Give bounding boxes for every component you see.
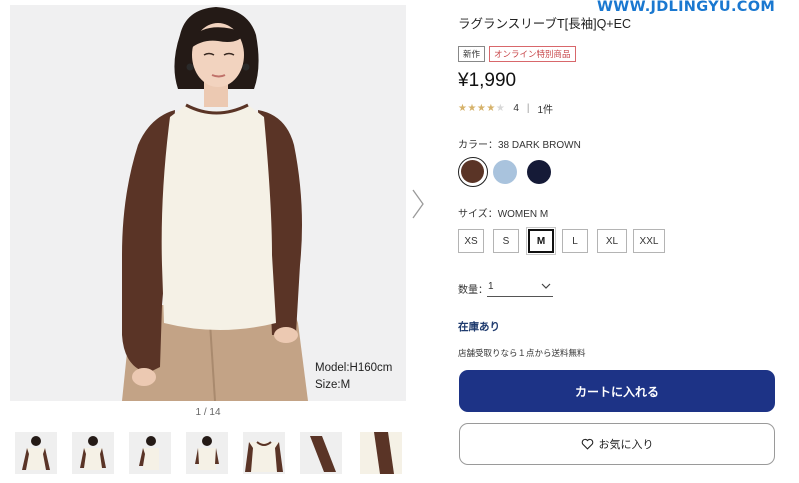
quantity-select[interactable]: 1 <box>487 277 553 297</box>
rating-score: 4 <box>513 103 519 114</box>
badge-new: 新作 <box>458 46 486 62</box>
size-label: サイズ：WOMEN M <box>458 209 549 220</box>
model-size: Size:M <box>315 379 351 391</box>
main-product-image[interactable]: Model:H160cm Size:M <box>10 5 406 401</box>
model-height: Model:H160cm <box>315 362 393 374</box>
star-rating-icon: ★★★★★ <box>458 103 506 114</box>
thumbnail-strip <box>15 432 407 476</box>
stock-status: 在庫あり <box>458 321 500 333</box>
thumbnail-3[interactable] <box>129 432 171 474</box>
size-button-xxl[interactable]: XXL <box>633 229 665 253</box>
color-label: カラー：38 DARK BROWN <box>458 140 581 151</box>
model-info: Model:H160cm Size:M <box>315 360 392 394</box>
image-counter: 1 / 14 <box>195 407 221 418</box>
product-info-panel: ラグランスリーブT[長袖]Q+EC 新作 オンライン特別商品 ¥1,990 ★★… <box>458 0 788 483</box>
thumbnail-4[interactable] <box>186 432 228 474</box>
rating-divider: | <box>526 103 530 114</box>
size-button-l[interactable]: L <box>562 229 588 253</box>
chevron-down-icon <box>541 283 551 289</box>
size-options: XS S M L XL XXL <box>458 227 778 257</box>
size-button-xs[interactable]: XS <box>458 229 484 253</box>
quantity-value: 1 <box>488 281 494 292</box>
favorite-label: お気に入り <box>598 439 654 451</box>
thumbnail-5[interactable] <box>243 432 285 474</box>
quantity-label: 数量： <box>458 285 488 296</box>
price: ¥1,990 <box>458 70 517 91</box>
rating-summary[interactable]: ★★★★★ 4 | 1件 <box>458 101 553 116</box>
swatch-navy[interactable] <box>527 160 551 184</box>
swatch-light-blue[interactable] <box>493 160 517 184</box>
badge-group: 新作 オンライン特別商品 <box>458 46 576 62</box>
thumbnail-2[interactable] <box>72 432 114 474</box>
thumbnail-6[interactable] <box>300 432 342 474</box>
size-button-xl[interactable]: XL <box>597 229 627 253</box>
color-swatches <box>458 157 658 189</box>
thumbnail-1[interactable] <box>15 432 57 474</box>
heart-outline-icon <box>581 438 593 450</box>
size-button-s[interactable]: S <box>493 229 519 253</box>
chevron-right-icon[interactable] <box>411 188 425 220</box>
product-title: ラグランスリーブT[長袖]Q+EC <box>458 17 631 31</box>
shipping-note: 店舗受取りなら１点から送料無料 <box>458 348 586 358</box>
add-to-cart-button[interactable]: カートに入れる <box>459 370 775 412</box>
favorite-button[interactable]: お気に入り <box>459 423 775 465</box>
badge-online-exclusive: オンライン特別商品 <box>489 46 576 62</box>
thumbnail-7[interactable] <box>360 432 402 474</box>
size-button-m[interactable]: M <box>526 227 556 255</box>
model-photo <box>10 5 406 401</box>
review-count[interactable]: 1件 <box>538 101 554 116</box>
swatch-dark-brown[interactable] <box>458 157 488 187</box>
